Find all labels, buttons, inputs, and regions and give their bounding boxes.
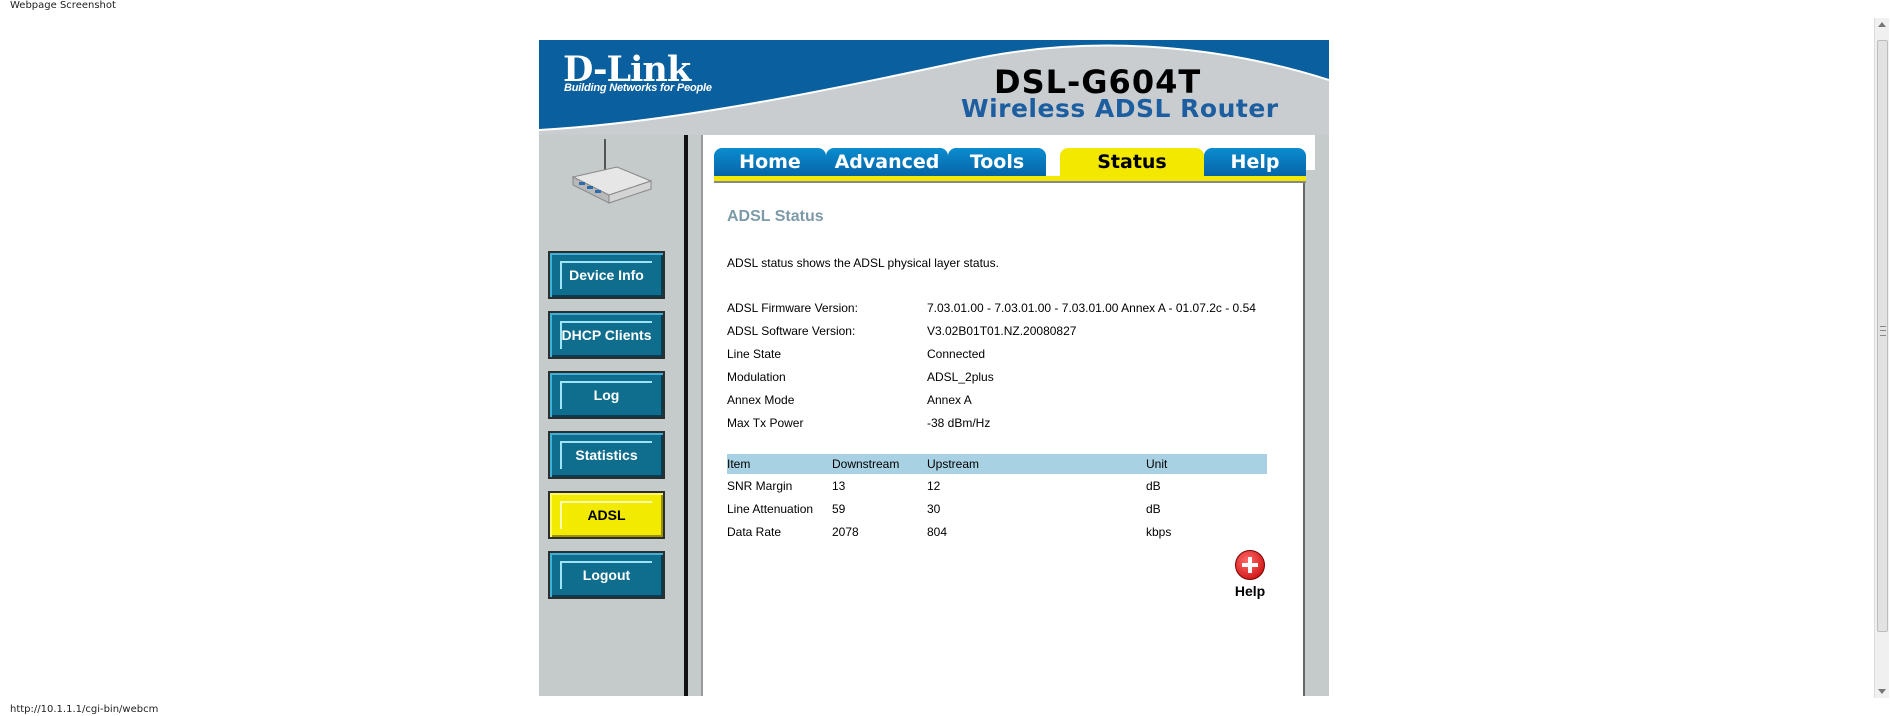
info-label: ADSL Firmware Version: xyxy=(727,301,858,315)
info-row: Line State Connected xyxy=(727,347,1267,367)
help-button[interactable]: Help xyxy=(1233,550,1267,599)
top-tabs: Home Advanced Tools Status Help xyxy=(714,148,1306,184)
grip-icon xyxy=(1880,326,1886,336)
content-border-left xyxy=(701,135,703,696)
sidebar-item-label: Device Info xyxy=(569,267,644,283)
adsl-stats-table: Item Downstream Upstream Unit SNR Margin… xyxy=(727,454,1267,543)
info-value: Connected xyxy=(927,347,986,361)
page-title: ADSL Status xyxy=(727,208,824,225)
table-cell: kbps xyxy=(1146,524,1172,539)
help-label: Help xyxy=(1234,583,1266,599)
sidebar-item-label: DHCP Clients xyxy=(561,327,652,343)
info-value: Annex A xyxy=(927,393,972,407)
info-row: Annex Mode Annex A xyxy=(727,393,1267,413)
table-cell: 13 xyxy=(832,478,846,493)
table-header-row: Item Downstream Upstream Unit xyxy=(727,454,1267,474)
scroll-down-icon[interactable] xyxy=(1878,689,1886,694)
model-description: Wireless ADSL Router xyxy=(961,94,1279,123)
info-label: Annex Mode xyxy=(727,393,795,407)
table-cell: Line Attenuation xyxy=(727,501,814,516)
sidebar-item-label: Logout xyxy=(582,567,631,583)
tab-help[interactable]: Help xyxy=(1204,148,1306,176)
scrollbar-thumb[interactable] xyxy=(1877,40,1888,632)
column-header: Downstream xyxy=(832,454,927,474)
page-description: ADSL status shows the ADSL physical laye… xyxy=(727,256,999,270)
info-label: Max Tx Power xyxy=(727,416,804,430)
table-cell: Data Rate xyxy=(727,524,782,539)
sidebar: Device Info DHCP Clients Log Statistics … xyxy=(539,135,687,696)
info-label: ADSL Software Version: xyxy=(727,324,856,338)
table-cell: 59 xyxy=(832,501,846,516)
logo-tagline: Building Networks for People xyxy=(564,82,712,94)
table-cell: 2078 xyxy=(832,524,859,539)
info-label: Modulation xyxy=(727,370,786,384)
sidebar-item-log[interactable]: Log xyxy=(548,371,665,419)
table-cell: SNR Margin xyxy=(727,478,793,493)
sidebar-item-label: ADSL xyxy=(587,507,626,523)
sidebar-item-adsl[interactable]: ADSL xyxy=(548,491,665,539)
scroll-up-icon[interactable] xyxy=(1878,22,1886,27)
tab-underline xyxy=(714,176,1306,183)
sidebar-divider xyxy=(684,135,688,696)
tab-status[interactable]: Status xyxy=(1060,148,1204,176)
info-value: V3.02B01T01.NZ.20080827 xyxy=(927,324,1077,338)
info-row: ADSL Software Version: V3.02B01T01.NZ.20… xyxy=(727,324,1267,344)
sidebar-item-logout[interactable]: Logout xyxy=(548,551,665,599)
sidebar-item-label: Statistics xyxy=(575,447,638,463)
vertical-scrollbar[interactable] xyxy=(1874,18,1889,698)
table-row: SNR Margin 13 12 dB xyxy=(727,474,1267,497)
tab-tools[interactable]: Tools xyxy=(948,148,1046,176)
info-value: 7.03.01.00 - 7.03.01.00 - 7.03.01.00 Ann… xyxy=(927,301,1256,315)
info-value: ADSL_2plus xyxy=(927,370,994,384)
info-row: ADSL Firmware Version: 7.03.01.00 - 7.03… xyxy=(727,301,1267,321)
info-value: -38 dBm/Hz xyxy=(927,416,991,430)
table-cell: 12 xyxy=(927,478,941,493)
info-label: Line State xyxy=(727,347,782,361)
sidebar-item-device-info[interactable]: Device Info xyxy=(548,251,665,299)
table-cell: dB xyxy=(1146,501,1161,516)
window-caption: Webpage Screenshot xyxy=(10,0,116,11)
info-row: Modulation ADSL_2plus xyxy=(727,370,1267,390)
column-header: Item xyxy=(727,454,832,474)
sidebar-item-label: Log xyxy=(593,387,620,403)
content-gutter-right xyxy=(1304,170,1329,696)
info-row: Max Tx Power -38 dBm/Hz xyxy=(727,416,1267,436)
header-banner: D-Link Building Networks for People DSL-… xyxy=(539,40,1329,135)
table-cell: 30 xyxy=(927,501,941,516)
tab-advanced[interactable]: Advanced xyxy=(826,148,948,176)
router-device-icon xyxy=(571,139,653,204)
table-cell: dB xyxy=(1146,478,1161,493)
content-border-right xyxy=(1303,170,1305,696)
router-page: D-Link Building Networks for People DSL-… xyxy=(539,40,1329,696)
column-header: Upstream xyxy=(927,454,1146,474)
tab-home[interactable]: Home xyxy=(714,148,826,176)
table-cell: 804 xyxy=(927,524,948,539)
help-plus-icon xyxy=(1235,550,1265,580)
sidebar-item-dhcp-clients[interactable]: DHCP Clients xyxy=(548,311,665,359)
table-row: Data Rate 2078 804 kbps xyxy=(727,520,1267,543)
sidebar-item-statistics[interactable]: Statistics xyxy=(548,431,665,479)
table-row: Line Attenuation 59 30 dB xyxy=(727,497,1267,520)
column-header: Unit xyxy=(1146,454,1267,474)
status-bar-url: http://10.1.1.1/cgi-bin/webcm xyxy=(10,704,159,715)
